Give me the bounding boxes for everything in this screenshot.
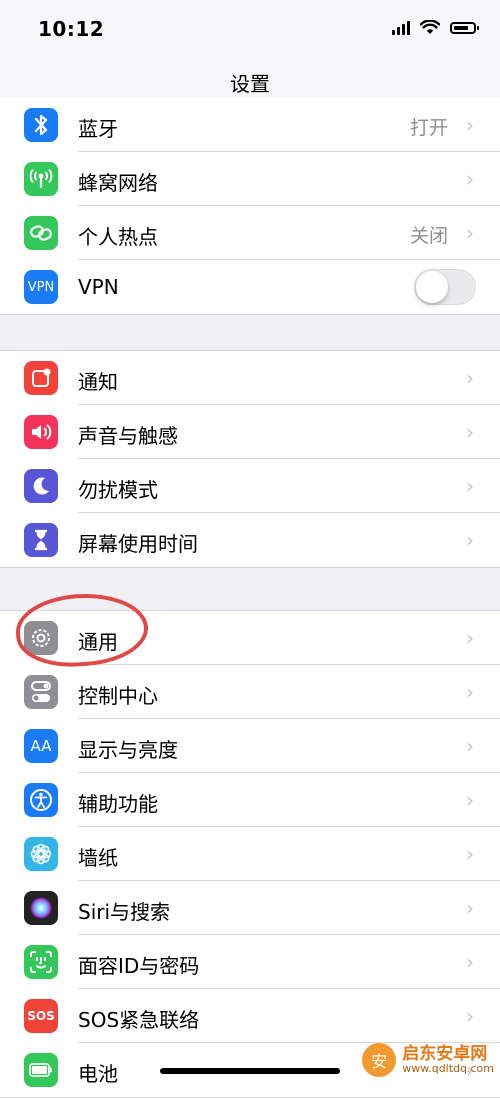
toggle-knob	[416, 271, 448, 303]
settings-row-label: SOS紧急联络	[78, 1008, 200, 1032]
display-text-size-icon: AA	[24, 729, 58, 763]
settings-row-bluetooth[interactable]: 蓝牙 打开 ›	[0, 98, 500, 152]
watermark-url: www.qdltdq.com	[402, 1062, 494, 1076]
battery-status-icon	[450, 21, 479, 34]
settings-row-label: 蜂窝网络	[78, 171, 158, 195]
battery-icon	[24, 1053, 58, 1087]
settings-row-label: 声音与触感	[78, 424, 178, 448]
settings-row-value: 打开	[409, 117, 448, 139]
settings-row-label: VPN	[78, 275, 119, 299]
vpn-icon-text: VPN	[27, 279, 55, 295]
toggles-icon	[24, 675, 58, 709]
vpn-icon: VPN	[24, 270, 58, 304]
settings-row-label: 勿扰模式	[78, 478, 158, 502]
chevron-right-icon: ›	[466, 474, 474, 498]
settings-row-label: 个人热点	[78, 225, 158, 249]
settings-row-siri-search[interactable]: Siri与搜索 ›	[0, 881, 500, 935]
battery-level-fill	[454, 25, 469, 30]
sos-icon: SOS	[24, 999, 58, 1033]
settings-row-screen-time[interactable]: 屏幕使用时间 ›	[0, 513, 500, 567]
settings-row-display-brightness[interactable]: AA 显示与亮度 ›	[0, 719, 500, 773]
settings-row-wallpaper[interactable]: 墙纸 ›	[0, 827, 500, 881]
settings-row-emergency-sos[interactable]: SOS SOS紧急联络 ›	[0, 989, 500, 1043]
chevron-right-icon: ›	[466, 420, 474, 444]
chevron-right-icon: ›	[466, 734, 474, 758]
hourglass-icon	[24, 523, 58, 557]
status-time: 10:12	[38, 17, 105, 41]
settings-row-vpn[interactable]: VPN VPN	[0, 260, 500, 314]
accessibility-icon	[24, 783, 58, 817]
settings-group-connectivity: 蓝牙 打开 › 蜂窝网络 › 个人热点 关闭 › VPN VPN	[0, 98, 500, 315]
chevron-right-icon: ›	[466, 896, 474, 920]
status-bar: 10:12	[0, 0, 500, 60]
chevron-right-icon: ›	[466, 528, 474, 552]
chevron-right-icon: ›	[466, 366, 474, 390]
settings-row-face-id-passcode[interactable]: 面容ID与密码 ›	[0, 935, 500, 989]
settings-group-general: 通用 › 控制中心 › AA 显示与亮度 › 辅助功能 › 墙纸 › Siri与…	[0, 610, 500, 1098]
sos-icon-text: SOS	[27, 1009, 55, 1023]
chevron-right-icon: ›	[466, 680, 474, 704]
settings-row-label: 显示与亮度	[78, 738, 178, 762]
chevron-right-icon: ›	[466, 1004, 474, 1028]
settings-row-do-not-disturb[interactable]: 勿扰模式 ›	[0, 459, 500, 513]
chevron-right-icon: ›	[466, 221, 474, 245]
vpn-toggle[interactable]	[414, 269, 476, 305]
wallpaper-flower-icon	[24, 837, 58, 871]
bluetooth-icon	[24, 108, 58, 142]
moon-icon	[24, 469, 58, 503]
settings-row-label: 蓝牙	[78, 117, 118, 141]
settings-row-control-center[interactable]: 控制中心 ›	[0, 665, 500, 719]
status-icons	[392, 20, 479, 35]
chevron-right-icon: ›	[466, 788, 474, 812]
settings-row-label: 通知	[78, 370, 118, 394]
settings-row-value: 关闭	[409, 225, 448, 247]
settings-row-label: 墙纸	[78, 846, 118, 870]
settings-row-notifications[interactable]: 通知 ›	[0, 351, 500, 405]
chevron-right-icon: ›	[466, 113, 474, 137]
display-icon-text: AA	[30, 737, 52, 755]
chevron-right-icon: ›	[466, 626, 474, 650]
settings-row-label: 辅助功能	[78, 792, 158, 816]
chevron-right-icon: ›	[466, 167, 474, 191]
watermark-title: 启东安卓网	[402, 1043, 488, 1064]
notifications-icon	[24, 361, 58, 395]
watermark-logo: 安 启东安卓网 www.qdltdq.com	[362, 1043, 494, 1077]
chevron-right-icon: ›	[466, 950, 474, 974]
settings-row-personal-hotspot[interactable]: 个人热点 关闭 ›	[0, 206, 500, 260]
home-indicator	[160, 1068, 340, 1074]
face-id-icon	[24, 945, 58, 979]
speaker-icon	[24, 415, 58, 449]
wifi-icon	[420, 20, 440, 34]
siri-icon	[24, 891, 58, 925]
settings-row-sounds-haptics[interactable]: 声音与触感 ›	[0, 405, 500, 459]
hotspot-link-icon	[24, 216, 58, 250]
settings-row-accessibility[interactable]: 辅助功能 ›	[0, 773, 500, 827]
page-title: 设置	[230, 72, 270, 96]
chevron-right-icon: ›	[466, 842, 474, 866]
settings-row-cellular[interactable]: 蜂窝网络 ›	[0, 152, 500, 206]
watermark-icon: 安	[362, 1043, 397, 1077]
settings-row-label: Siri与搜索	[78, 900, 171, 924]
cellular-signal-icon	[392, 20, 410, 35]
settings-row-label: 面容ID与密码	[78, 954, 200, 978]
cellular-antenna-icon	[24, 162, 58, 196]
settings-group-notifications: 通知 › 声音与触感 › 勿扰模式 › 屏幕使用时间 ›	[0, 350, 500, 568]
settings-row-label: 控制中心	[78, 684, 158, 708]
settings-row-label: 屏幕使用时间	[78, 532, 198, 556]
